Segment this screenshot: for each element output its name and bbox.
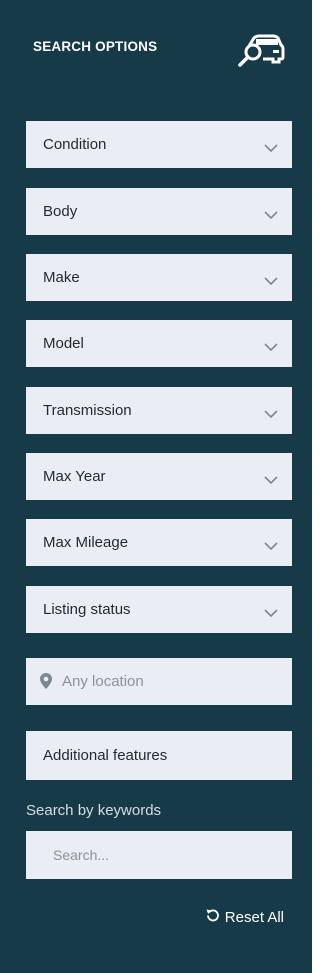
body-select[interactable]: Body: [26, 188, 292, 235]
make-select[interactable]: Make: [26, 254, 292, 301]
listing-status-select[interactable]: Listing status: [26, 586, 292, 633]
condition-select[interactable]: Condition: [26, 121, 292, 168]
reset-all-button[interactable]: Reset All: [206, 908, 284, 926]
keyword-search-input[interactable]: Search...: [26, 831, 292, 879]
search-placeholder: Search...: [53, 847, 110, 863]
max-year-select[interactable]: Max Year: [26, 453, 292, 500]
chevron-down-icon: [264, 207, 278, 225]
location-input[interactable]: Any location: [26, 658, 292, 705]
chevron-down-icon: [264, 538, 278, 556]
chevron-down-icon: [264, 273, 278, 291]
search-options-panel: SEARCH OPTIONS Condition Body Make Model…: [0, 0, 312, 973]
panel-header: SEARCH OPTIONS: [33, 28, 285, 68]
location-pin-icon: [39, 672, 53, 695]
model-select[interactable]: Model: [26, 320, 292, 367]
additional-features-label: Additional features: [43, 747, 168, 764]
keywords-label: Search by keywords: [26, 802, 162, 819]
listing-status-label: Listing status: [43, 601, 131, 618]
chevron-down-icon: [264, 140, 278, 158]
model-label: Model: [43, 335, 84, 352]
condition-label: Condition: [43, 136, 107, 153]
additional-features-button[interactable]: Additional features: [26, 731, 292, 780]
make-label: Make: [43, 269, 80, 286]
transmission-select[interactable]: Transmission: [26, 387, 292, 434]
transmission-label: Transmission: [43, 402, 132, 419]
panel-title: SEARCH OPTIONS: [33, 39, 158, 54]
location-placeholder: Any location: [62, 673, 144, 690]
chevron-down-icon: [264, 605, 278, 623]
car-search-icon: [235, 28, 285, 73]
chevron-down-icon: [264, 406, 278, 424]
max-mileage-label: Max Mileage: [43, 534, 129, 551]
reset-icon: [206, 908, 220, 926]
chevron-down-icon: [264, 472, 278, 490]
chevron-down-icon: [264, 339, 278, 357]
max-year-label: Max Year: [43, 468, 106, 485]
reset-label: Reset All: [224, 909, 284, 926]
max-mileage-select[interactable]: Max Mileage: [26, 519, 292, 566]
body-label: Body: [43, 203, 78, 220]
